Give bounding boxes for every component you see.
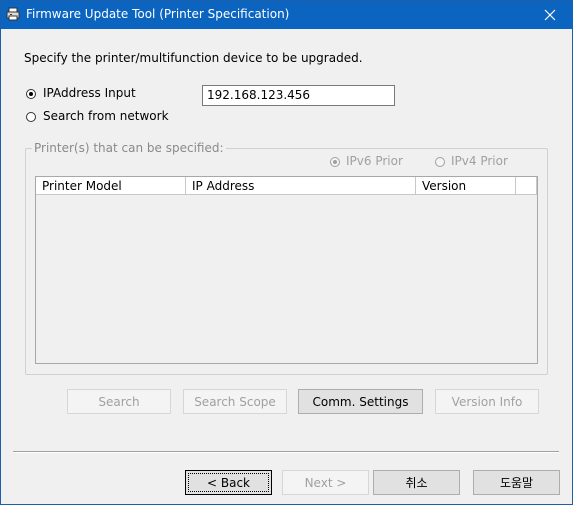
- title-bar[interactable]: Firmware Update Tool (Printer Specificat…: [1, 1, 572, 29]
- ipv6-prior-radio[interactable]: [330, 157, 340, 167]
- column-header-filler: [516, 177, 537, 195]
- next-button[interactable]: Next >: [282, 470, 369, 495]
- search-network-radio[interactable]: [26, 112, 36, 122]
- help-button[interactable]: 도움말: [473, 470, 560, 495]
- window-title: Firmware Update Tool (Printer Specificat…: [26, 7, 290, 21]
- column-header-version[interactable]: Version: [416, 177, 516, 195]
- instruction-text: Specify the printer/multifunction device…: [24, 51, 363, 65]
- close-button[interactable]: [528, 1, 572, 29]
- search-network-label[interactable]: Search from network: [43, 109, 169, 123]
- back-button-label: < Back: [206, 475, 250, 490]
- printer-list[interactable]: Printer Model IP Address Version: [35, 176, 538, 364]
- ipv6-prior-label[interactable]: IPv6 Prior: [346, 154, 403, 168]
- ip-address-field[interactable]: 192.168.123.456: [202, 85, 395, 106]
- close-icon: [544, 9, 556, 21]
- cancel-button[interactable]: 취소: [373, 470, 460, 495]
- column-header-ip[interactable]: IP Address: [186, 177, 416, 195]
- ip-input-label[interactable]: IPAddress Input: [43, 86, 136, 100]
- version-info-button[interactable]: Version Info: [435, 389, 539, 414]
- footer-separator: [13, 451, 559, 453]
- column-header-model[interactable]: Printer Model: [36, 177, 186, 195]
- dialog-window: Firmware Update Tool (Printer Specificat…: [0, 0, 573, 505]
- ipv4-prior-label[interactable]: IPv4 Prior: [451, 154, 508, 168]
- groupbox-legend: Printer(s) that can be specified:: [32, 141, 226, 155]
- search-scope-button[interactable]: Search Scope: [183, 389, 287, 414]
- search-button[interactable]: Search: [67, 389, 171, 414]
- printer-app-icon: [6, 7, 20, 21]
- back-button[interactable]: < Back: [185, 470, 272, 495]
- comm-settings-button[interactable]: Comm. Settings: [298, 389, 423, 414]
- ip-input-radio[interactable]: [26, 89, 36, 99]
- ipv4-prior-radio[interactable]: [435, 157, 445, 167]
